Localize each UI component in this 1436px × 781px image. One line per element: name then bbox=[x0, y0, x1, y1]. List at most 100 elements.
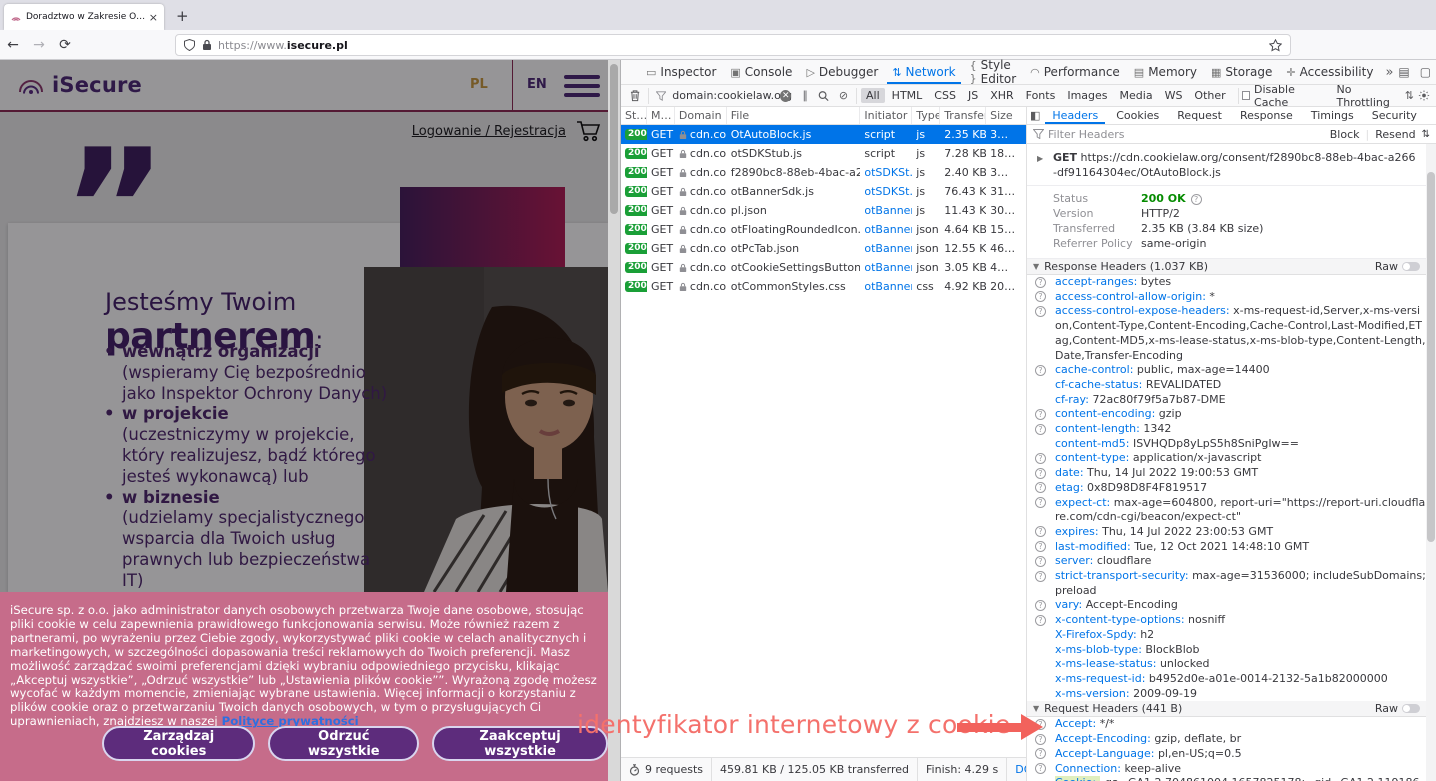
header-row[interactable]: ? x-ms-lease-statusunlocked bbox=[1027, 657, 1426, 672]
devtools-tab[interactable]: ▣ Console bbox=[723, 60, 799, 84]
type-filter-button[interactable]: CSS bbox=[929, 88, 961, 103]
disable-cache-checkbox[interactable] bbox=[1242, 91, 1250, 100]
header-row[interactable]: ? Cookie_ga=GA1.2.704861004.1657825178; … bbox=[1027, 776, 1426, 781]
header-row[interactable]: ? Connectionkeep-alive bbox=[1027, 762, 1426, 777]
header-row[interactable]: ? content-encodinggzip bbox=[1027, 407, 1426, 422]
type-filter-button[interactable]: Media bbox=[1115, 88, 1158, 103]
help-icon[interactable]: ? bbox=[1035, 541, 1046, 552]
back-button[interactable]: ← bbox=[0, 37, 26, 53]
throttling-caret-icon[interactable]: ⇅ bbox=[1405, 89, 1414, 102]
request-row[interactable]: 200 GET cdn.co… otCommonStyles.css otBan… bbox=[621, 277, 1026, 296]
tab-close-icon[interactable]: × bbox=[149, 11, 158, 24]
forward-button[interactable]: → bbox=[26, 37, 52, 53]
help-icon[interactable]: ? bbox=[1035, 291, 1046, 302]
pause-traffic-icon[interactable]: ∥ bbox=[802, 89, 808, 102]
header-row[interactable]: ? x-ms-version2009-09-19 bbox=[1027, 687, 1426, 702]
header-row[interactable]: ? x-content-type-optionsnosniff bbox=[1027, 613, 1426, 628]
details-scrollbar[interactable] bbox=[1426, 144, 1436, 781]
dock-side-icon[interactable]: ▢ bbox=[1420, 65, 1431, 79]
more-tabs-chevron[interactable]: » bbox=[1385, 65, 1393, 80]
raw-toggle[interactable] bbox=[1402, 704, 1420, 713]
cookie-action-button[interactable]: Odrzuć wszystkie bbox=[268, 726, 419, 761]
details-scrollbar-thumb[interactable] bbox=[1427, 172, 1435, 542]
devtools-tab[interactable]: ✛ Accessibility bbox=[1279, 60, 1380, 84]
block-button[interactable]: Block bbox=[1330, 128, 1360, 141]
header-row[interactable]: ? x-ms-blob-typeBlockBlob bbox=[1027, 643, 1426, 658]
details-tab[interactable]: Response bbox=[1231, 107, 1302, 124]
details-tab[interactable]: Security bbox=[1363, 107, 1426, 124]
header-row[interactable]: ? servercloudflare bbox=[1027, 554, 1426, 569]
disable-cache-label[interactable]: Disable Cache bbox=[1254, 83, 1326, 109]
block-request-icon[interactable]: ⊘ bbox=[839, 89, 848, 102]
raw-toggle[interactable] bbox=[1402, 262, 1420, 271]
details-tab[interactable]: Cookies bbox=[1107, 107, 1168, 124]
expand-triangle-icon[interactable]: ▶ bbox=[1037, 151, 1043, 166]
network-filter-input[interactable]: domain:cookielaw.org bbox=[672, 89, 780, 102]
help-icon[interactable]: ? bbox=[1035, 526, 1046, 537]
filter-headers-input[interactable]: Filter Headers bbox=[1048, 128, 1125, 141]
network-settings-gear-icon[interactable] bbox=[1418, 89, 1430, 102]
page-scrollbar-thumb[interactable] bbox=[610, 64, 618, 214]
header-row[interactable]: ? cf-cache-statusREVALIDATED bbox=[1027, 378, 1426, 393]
shield-icon[interactable] bbox=[184, 39, 195, 51]
devtools-tab[interactable]: { } Style Editor bbox=[963, 60, 1024, 84]
url-bar[interactable]: https://www.isecure.pl bbox=[175, 34, 1291, 56]
help-icon[interactable]: ? bbox=[1035, 748, 1046, 759]
bookmark-star-icon[interactable] bbox=[1269, 39, 1282, 52]
header-row[interactable]: ? expiresThu, 14 Jul 2022 23:00:53 GMT bbox=[1027, 525, 1426, 540]
type-filter-button[interactable]: Fonts bbox=[1021, 88, 1061, 103]
header-row[interactable]: ? Accept-Encodinggzip, deflate, br bbox=[1027, 732, 1426, 747]
header-row[interactable]: ? expect-ctmax-age=604800, report-uri="h… bbox=[1027, 496, 1426, 525]
resend-button[interactable]: Resend bbox=[1375, 128, 1415, 141]
browser-tab[interactable]: Doradztwo w Zakresie Ochrony Dany × bbox=[4, 4, 164, 30]
reload-button[interactable]: ⟳ bbox=[52, 37, 78, 53]
request-row[interactable]: 200 GET cdn.co… OtAutoBlock.js script js… bbox=[621, 125, 1026, 144]
request-row[interactable]: 200 GET cdn.co… otBannerSdk.js otSDKSt… … bbox=[621, 182, 1026, 201]
clear-requests-trash-icon[interactable] bbox=[630, 89, 640, 102]
request-row[interactable]: 200 GET cdn.co… otCookieSettingsButton.j… bbox=[621, 258, 1026, 277]
collapse-triangle-icon[interactable]: ▼ bbox=[1033, 262, 1039, 271]
header-row[interactable]: ? content-typeapplication/x-javascript bbox=[1027, 451, 1426, 466]
type-filter-button[interactable]: WS bbox=[1160, 88, 1188, 103]
request-row[interactable]: 200 GET cdn.co… f2890bc8-88eb-4bac-a266-… bbox=[621, 163, 1026, 182]
devtools-tab[interactable]: ▦ Storage bbox=[1204, 60, 1279, 84]
header-row[interactable]: ? cache-controlpublic, max-age=14400 bbox=[1027, 363, 1426, 378]
devtools-tab[interactable]: ⇅ Network bbox=[885, 60, 962, 84]
help-icon[interactable]: ? bbox=[1035, 424, 1046, 435]
search-icon[interactable] bbox=[818, 90, 829, 102]
type-filter-button[interactable]: Images bbox=[1062, 88, 1112, 103]
header-row[interactable]: ? varyAccept-Encoding bbox=[1027, 598, 1426, 613]
devtools-tab[interactable]: ▤ Memory bbox=[1127, 60, 1204, 84]
help-icon[interactable]: ? bbox=[1035, 277, 1046, 288]
header-row[interactable]: ? access-control-expose-headersx-ms-requ… bbox=[1027, 304, 1426, 363]
help-icon[interactable]: ? bbox=[1035, 497, 1046, 508]
header-row[interactable]: ? content-length1342 bbox=[1027, 422, 1426, 437]
request-headers-section[interactable]: ▼ Request Headers (441 B) Raw bbox=[1027, 701, 1426, 717]
help-icon[interactable]: ? bbox=[1035, 482, 1046, 493]
cookie-action-button[interactable]: Zarządzaj cookies bbox=[102, 726, 255, 761]
help-icon[interactable]: ? bbox=[1191, 194, 1202, 205]
header-row[interactable]: ? accept-rangesbytes bbox=[1027, 275, 1426, 290]
request-row[interactable]: 200 GET cdn.co… otPcTab.json otBanner… j… bbox=[621, 239, 1026, 258]
header-row[interactable]: ? cf-ray72ac80f79f5a7b87-DME bbox=[1027, 393, 1426, 408]
help-icon[interactable]: ? bbox=[1035, 571, 1046, 582]
throttling-select[interactable]: No Throttling bbox=[1336, 83, 1402, 109]
devtools-tab[interactable]: ▷ Debugger bbox=[799, 60, 885, 84]
resend-caret-icon[interactable]: ⇅ bbox=[1422, 129, 1430, 140]
type-filter-button[interactable]: XHR bbox=[985, 88, 1018, 103]
help-icon[interactable]: ? bbox=[1035, 600, 1046, 611]
header-row[interactable]: ? last-modifiedTue, 12 Oct 2021 14:48:10… bbox=[1027, 540, 1426, 555]
header-row[interactable]: ? x-ms-request-idb4952d0e-a01e-0014-2132… bbox=[1027, 672, 1426, 687]
devtools-tab[interactable]: ▭ Inspector bbox=[639, 60, 723, 84]
header-row[interactable]: ? X-Firefox-Spdyh2 bbox=[1027, 628, 1426, 643]
request-url-line[interactable]: ▶ GET https://cdn.cookielaw.org/consent/… bbox=[1027, 144, 1426, 186]
help-icon[interactable]: ? bbox=[1035, 615, 1046, 626]
help-icon[interactable]: ? bbox=[1035, 453, 1046, 464]
split-console-icon[interactable]: ▤ bbox=[1398, 65, 1409, 79]
type-filter-button[interactable]: Other bbox=[1189, 88, 1230, 103]
header-row[interactable]: ? strict-transport-securitymax-age=31536… bbox=[1027, 569, 1426, 598]
help-icon[interactable]: ? bbox=[1035, 365, 1046, 376]
help-icon[interactable]: ? bbox=[1035, 306, 1046, 317]
header-row[interactable]: ? Accept-Languagepl,en-US;q=0.5 bbox=[1027, 747, 1426, 762]
details-tab[interactable]: Headers bbox=[1043, 107, 1107, 124]
